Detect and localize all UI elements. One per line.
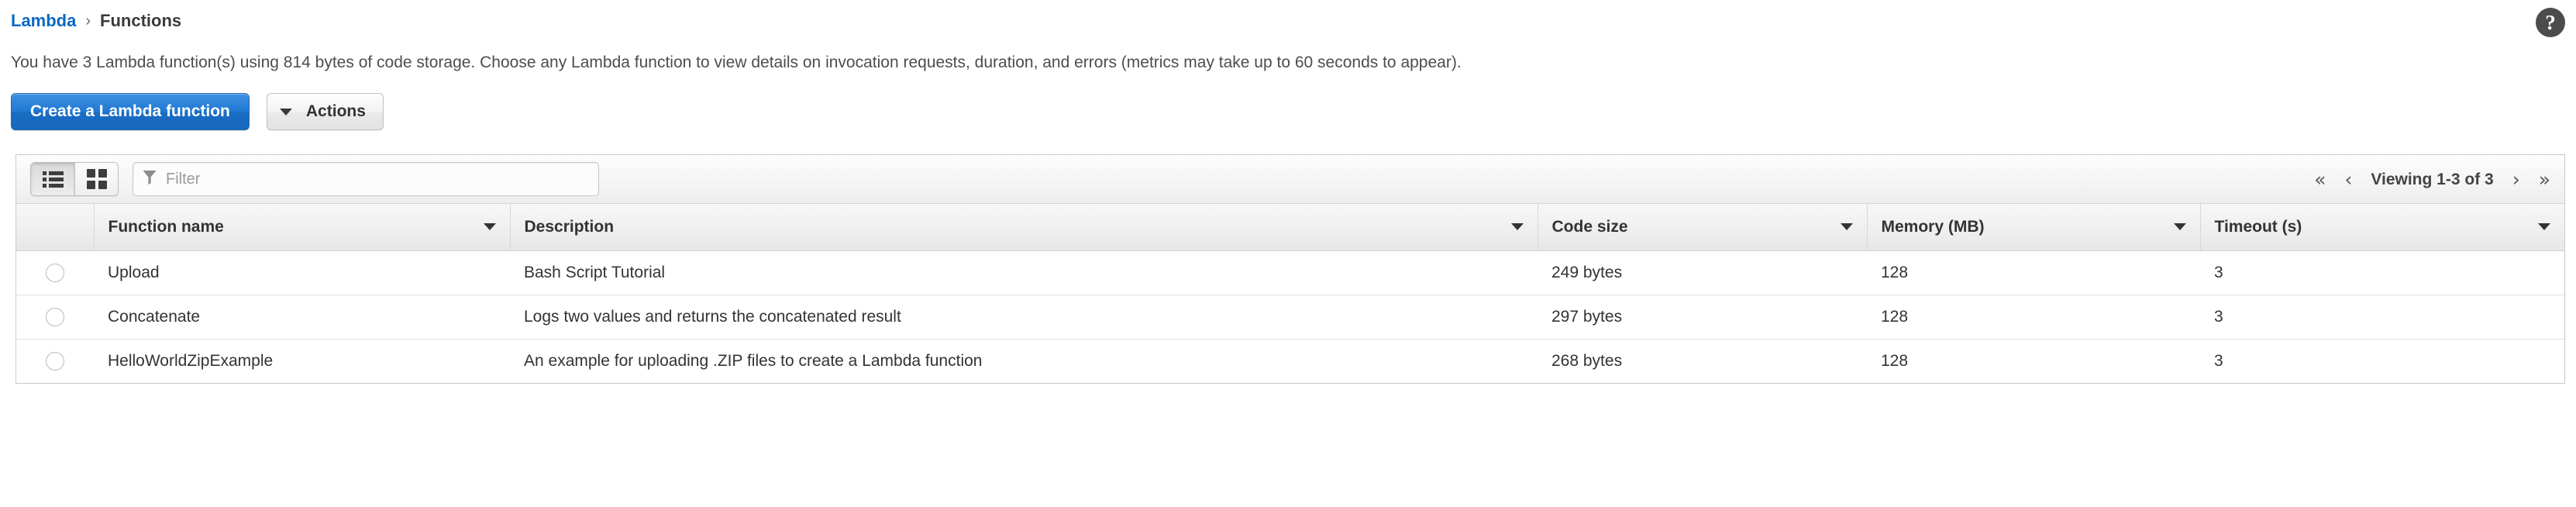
row-radio-button[interactable]	[46, 307, 64, 326]
actions-dropdown-button[interactable]: Actions	[266, 93, 384, 130]
pagination-label: Viewing 1-3 of 3	[2371, 170, 2494, 188]
sort-caret-down-icon	[1510, 223, 1524, 231]
row-radio-button[interactable]	[46, 351, 64, 371]
column-header-description[interactable]: Description	[510, 204, 1538, 251]
actions-dropdown-label: Actions	[305, 102, 366, 120]
grid-view-button[interactable]	[74, 163, 118, 195]
table-row[interactable]: Concatenate Logs two values and returns …	[16, 295, 2564, 340]
column-header-description-label: Description	[524, 217, 615, 236]
funnel-icon	[143, 170, 157, 189]
cell-memory: 128	[1867, 339, 2200, 383]
pagination-last-button[interactable]: »	[2539, 170, 2550, 189]
pagination-next-button[interactable]: ›	[2512, 170, 2520, 189]
functions-table: Function name Description Code size Memo…	[16, 204, 2564, 383]
row-select-cell	[16, 295, 94, 340]
table-row[interactable]: Upload Bash Script Tutorial 249 bytes 12…	[16, 250, 2564, 295]
column-header-select	[16, 204, 95, 251]
column-header-function-name-label: Function name	[108, 217, 224, 236]
table-header: Function name Description Code size Memo…	[16, 204, 2564, 251]
breadcrumb-separator-icon: ›	[85, 12, 91, 29]
functions-panel: « ‹ Viewing 1-3 of 3 › » Function name	[15, 154, 2565, 384]
column-header-memory[interactable]: Memory (MB)	[1867, 204, 2201, 251]
cell-timeout: 3	[2200, 295, 2564, 340]
cell-code-size: 249 bytes	[1538, 250, 1867, 295]
breadcrumb-current-functions: Functions	[100, 11, 182, 30]
column-header-code-size-label: Code size	[1551, 217, 1628, 236]
table-header-row: Function name Description Code size Memo…	[16, 204, 2564, 251]
sort-caret-down-icon	[483, 223, 496, 231]
list-view-icon	[42, 171, 64, 188]
page-description: You have 3 Lambda function(s) using 814 …	[11, 53, 1462, 71]
cell-code-size: 297 bytes	[1538, 295, 1867, 340]
cell-code-size: 268 bytes	[1538, 339, 1867, 383]
column-header-timeout[interactable]: Timeout (s)	[2200, 204, 2564, 251]
column-header-function-name[interactable]: Function name	[94, 204, 511, 251]
row-radio-button[interactable]	[46, 263, 64, 282]
pagination-prev-button[interactable]: ‹	[2344, 170, 2352, 189]
row-select-cell	[16, 250, 94, 295]
row-select-cell	[16, 339, 94, 383]
filter-field[interactable]	[133, 162, 599, 196]
cell-memory: 128	[1867, 250, 2200, 295]
view-mode-toggle	[30, 162, 119, 196]
list-view-button[interactable]	[31, 163, 74, 195]
cell-description: Bash Script Tutorial	[510, 250, 1538, 295]
cell-timeout: 3	[2200, 250, 2564, 295]
table-body: Upload Bash Script Tutorial 249 bytes 12…	[16, 250, 2564, 383]
sort-caret-down-icon	[2538, 223, 2550, 231]
action-bar: Create a Lambda function Actions	[11, 93, 384, 130]
cell-memory: 128	[1867, 295, 2200, 340]
cell-description: An example for uploading .ZIP files to c…	[510, 339, 1538, 383]
breadcrumb-link-lambda[interactable]: Lambda	[11, 11, 76, 31]
column-header-timeout-label: Timeout (s)	[2214, 217, 2302, 236]
cell-function-name[interactable]: Upload	[94, 250, 510, 295]
pagination: « ‹ Viewing 1-3 of 3 › »	[2314, 155, 2550, 204]
filter-input[interactable]	[164, 163, 589, 195]
breadcrumb: Lambda › Functions	[11, 11, 181, 31]
sort-caret-down-icon	[2173, 223, 2186, 231]
column-header-code-size[interactable]: Code size	[1538, 204, 1868, 251]
caret-down-icon	[279, 108, 292, 116]
create-lambda-function-button[interactable]: Create a Lambda function	[11, 93, 250, 130]
table-toolbar: « ‹ Viewing 1-3 of 3 › »	[16, 155, 2564, 204]
sort-caret-down-icon	[1840, 223, 1853, 231]
cell-timeout: 3	[2200, 339, 2564, 383]
column-header-memory-label: Memory (MB)	[1881, 217, 1985, 236]
cell-description: Logs two values and returns the concaten…	[510, 295, 1538, 340]
cell-function-name[interactable]: HelloWorldZipExample	[94, 339, 510, 383]
cell-function-name[interactable]: Concatenate	[94, 295, 510, 340]
table-row[interactable]: HelloWorldZipExample An example for uplo…	[16, 339, 2564, 383]
help-icon[interactable]: ?	[2536, 8, 2565, 37]
pagination-first-button[interactable]: «	[2314, 170, 2326, 189]
grid-view-icon	[86, 169, 107, 189]
